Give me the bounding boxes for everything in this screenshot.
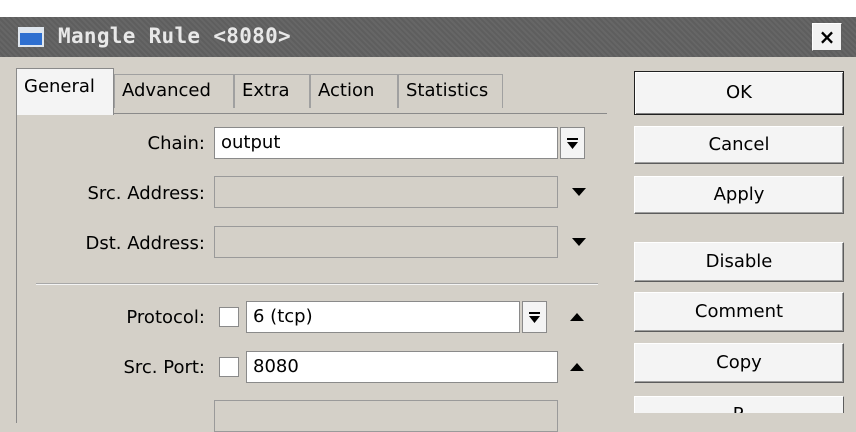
title-bar[interactable]: Mangle Rule <8080> × (0, 17, 856, 57)
remove-button[interactable]: R (634, 396, 844, 413)
src-port-field[interactable]: 8080 (246, 351, 558, 383)
chain-label: Chain: (147, 133, 205, 154)
tab-statistics[interactable]: Statistics (398, 74, 503, 108)
expand-down-icon (572, 188, 586, 196)
apply-button[interactable]: Apply (634, 176, 844, 214)
protocol-dropdown-button[interactable] (522, 301, 547, 333)
chain-dropdown-button[interactable] (560, 127, 585, 159)
protocol-label: Protocol: (126, 307, 205, 328)
src-address-field[interactable] (214, 176, 558, 208)
collapse-up-icon (570, 363, 584, 371)
disable-button[interactable]: Disable (634, 242, 844, 282)
cancel-button[interactable]: Cancel (634, 126, 844, 164)
combo-dropdown-icon (567, 137, 578, 149)
src-port-collapse-button[interactable] (564, 351, 590, 383)
tab-extra[interactable]: Extra (234, 74, 310, 108)
protocol-field[interactable]: 6 (tcp) (246, 301, 520, 333)
src-address-expand-button[interactable] (566, 176, 592, 208)
dst-address-field[interactable] (214, 226, 558, 258)
dst-port-field[interactable] (214, 400, 558, 432)
src-port-negate-checkbox[interactable] (219, 357, 239, 377)
comment-button[interactable]: Comment (634, 292, 844, 332)
protocol-collapse-button[interactable] (564, 301, 590, 333)
src-port-label: Src. Port: (123, 357, 205, 378)
window-icon (18, 27, 44, 47)
section-separator (36, 283, 598, 285)
ok-button[interactable]: OK (634, 71, 844, 115)
window-title: Mangle Rule <8080> (58, 24, 291, 48)
combo-dropdown-icon (529, 311, 540, 323)
tab-advanced[interactable]: Advanced (114, 74, 234, 108)
protocol-negate-checkbox[interactable] (219, 307, 239, 327)
src-address-label: Src. Address: (87, 183, 205, 204)
chain-field[interactable]: output (214, 127, 558, 159)
expand-down-icon (572, 238, 586, 246)
collapse-up-icon (570, 313, 584, 321)
background-window-strip (0, 0, 856, 17)
dst-address-label: Dst. Address: (85, 233, 206, 254)
tab-general[interactable]: General (16, 68, 114, 115)
tab-action[interactable]: Action (310, 74, 398, 108)
dst-address-expand-button[interactable] (566, 226, 592, 258)
close-button[interactable]: × (812, 23, 842, 51)
copy-button[interactable]: Copy (634, 343, 844, 383)
